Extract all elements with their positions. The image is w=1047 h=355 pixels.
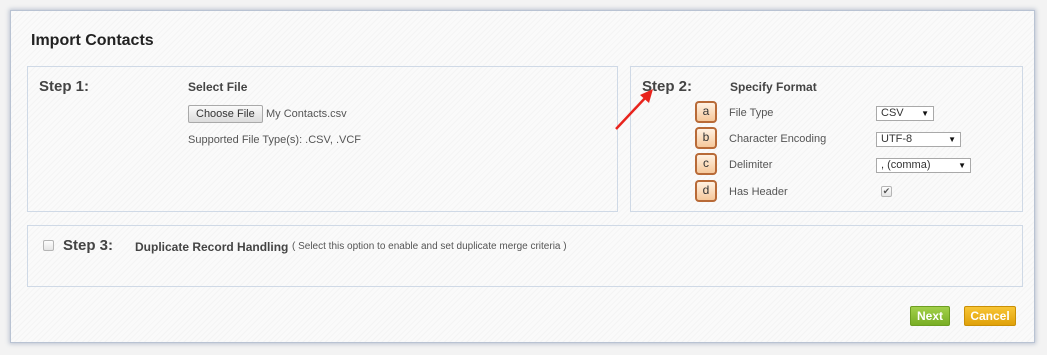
annotation-arrow-icon [615,89,653,130]
dialog-title: Import Contacts [31,32,154,49]
step1-panel: Step 1: Select File Choose File My Conta… [27,66,618,212]
specify-format-heading: Specify Format [730,80,817,94]
select-file-heading: Select File [188,80,248,94]
import-contacts-dialog: Import Contacts Step 1: Select File Choo… [10,10,1035,343]
supported-file-types: Supported File Type(s): .CSV, .VCF [188,134,362,146]
has-header-checkbox[interactable]: ✔ [881,186,892,197]
file-type-label: File Type [729,107,774,119]
file-type-select[interactable]: CSV ▼ [876,106,934,121]
next-button[interactable]: Next [910,306,950,326]
step3-label: Step 3: [63,237,114,254]
delimiter-label: Delimiter [729,159,773,171]
chevron-down-icon: ▼ [948,135,956,144]
badge-a: a [695,101,717,123]
badge-c: c [695,153,717,175]
has-header-label: Has Header [729,186,788,198]
chevron-down-icon: ▼ [958,161,966,170]
badge-d: d [695,180,717,202]
step3-panel: Step 3: Duplicate Record Handling ( Sele… [27,225,1023,287]
duplicate-handling-checkbox[interactable] [43,240,54,251]
badge-b: b [695,127,717,149]
character-encoding-label: Character Encoding [729,133,827,145]
choose-file-button[interactable]: Choose File [188,105,263,123]
step1-label: Step 1: [39,78,90,95]
delimiter-select[interactable]: , (comma) ▼ [876,158,971,173]
selected-file-name: My Contacts.csv [266,108,347,120]
duplicate-record-heading: Duplicate Record Handling [135,240,289,254]
character-encoding-select[interactable]: UTF-8 ▼ [876,132,961,147]
step2-panel: Step 2: Specify Format a File Type CSV ▼… [630,66,1023,212]
cancel-button[interactable]: Cancel [964,306,1016,326]
duplicate-hint: ( Select this option to enable and set d… [292,241,567,252]
chevron-down-icon: ▼ [921,109,929,118]
